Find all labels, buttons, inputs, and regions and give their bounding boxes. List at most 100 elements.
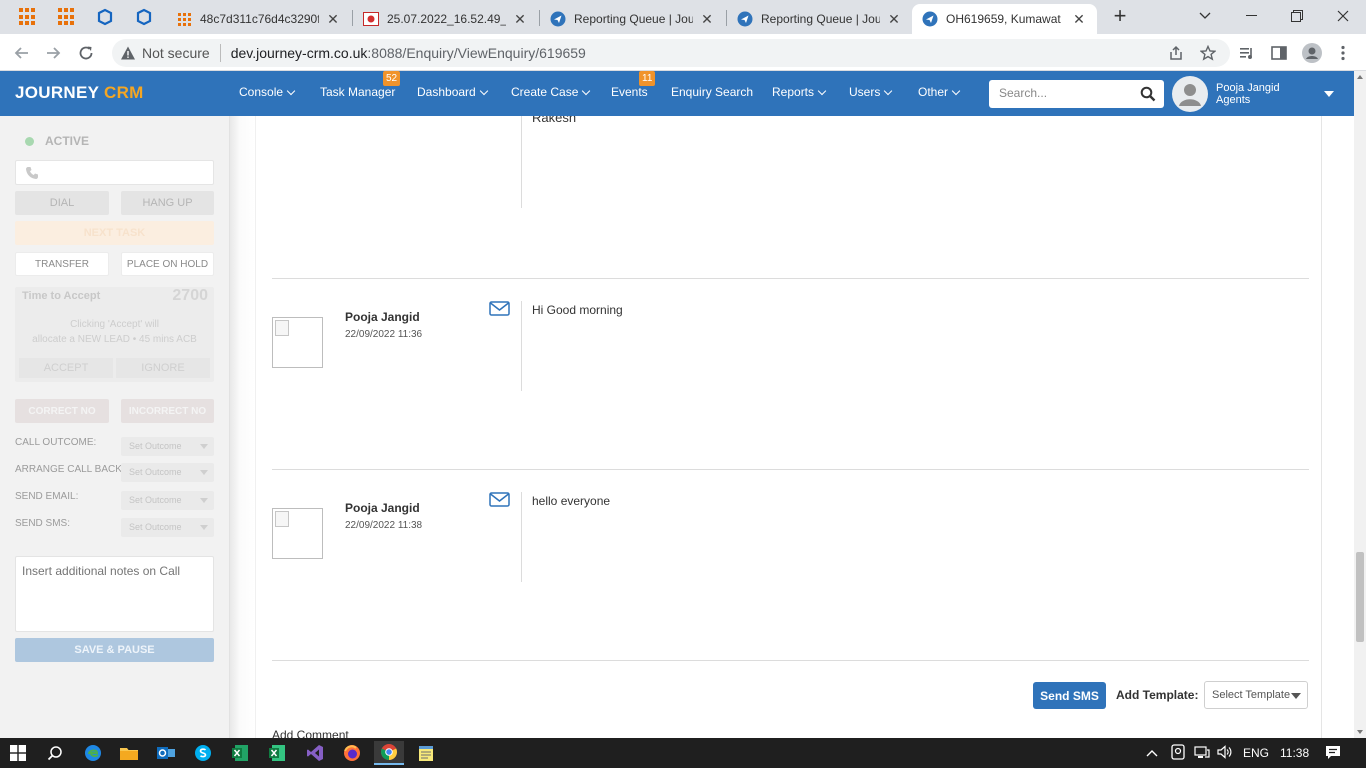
media-control-icon[interactable]	[1237, 43, 1257, 63]
tab-close-icon[interactable]: ✕	[886, 11, 902, 28]
reload-icon[interactable]	[73, 40, 99, 66]
more-menu-icon[interactable]	[1333, 43, 1353, 63]
time-to-accept-value: 2700	[172, 287, 208, 304]
call-outcome-select[interactable]: Set Outcome	[121, 437, 214, 456]
notepad-icon[interactable]	[411, 741, 441, 765]
restore-icon[interactable]	[1274, 0, 1320, 32]
add-template-label: Add Template:	[1116, 688, 1199, 702]
address-bar[interactable]: Not secure dev.journey-crm.co.uk:8088/En…	[112, 39, 1230, 67]
bookmark-star-icon[interactable]	[1198, 43, 1218, 63]
close-window-icon[interactable]	[1320, 0, 1366, 32]
menu-create-case[interactable]: Create Case	[511, 85, 591, 99]
tab-search-icon[interactable]	[1182, 0, 1228, 32]
browser-tab-2[interactable]: 25.07.2022_16.52.49_RE ✕	[353, 4, 538, 34]
accept-message-line: Clicking 'Accept' will	[70, 319, 159, 330]
message-separator	[272, 660, 1309, 661]
chevron-down-icon	[951, 86, 961, 96]
phone-number-field[interactable]	[15, 160, 214, 185]
send-email-select[interactable]: Set Outcome	[121, 491, 214, 510]
menu-console[interactable]: Console	[239, 85, 296, 99]
place-on-hold-button[interactable]: PLACE ON HOLD	[121, 252, 214, 276]
scroll-up-arrow-icon[interactable]	[1357, 75, 1363, 79]
browser-tab-3[interactable]: Reporting Queue | Jou ✕	[540, 4, 725, 34]
tab-close-icon[interactable]: ✕	[325, 11, 341, 28]
chrome-icon[interactable]	[374, 741, 404, 765]
search-input[interactable]	[999, 86, 1129, 100]
browser-tab-4[interactable]: Reporting Queue | Jou ✕	[727, 4, 912, 34]
pinned-tab-2[interactable]	[128, 4, 160, 30]
security-label[interactable]: Not secure	[142, 45, 210, 61]
profile-avatar-icon[interactable]	[1302, 43, 1322, 63]
edge-browser-icon[interactable]	[78, 741, 108, 765]
excel-icon[interactable]	[225, 741, 255, 765]
menu-task-manager[interactable]: Task Manager	[320, 85, 395, 99]
notification-center-icon[interactable]	[1325, 745, 1341, 763]
browser-tab-active[interactable]: OH619659, Kumawat | ✕	[912, 4, 1097, 34]
file-explorer-icon[interactable]	[114, 741, 144, 765]
user-menu[interactable]: Pooja Jangid Agents	[1172, 76, 1354, 114]
tab-close-icon[interactable]: ✕	[1071, 11, 1087, 28]
menu-users[interactable]: Users	[849, 85, 893, 99]
excel-icon[interactable]	[262, 741, 292, 765]
pinned-tab-1[interactable]	[89, 4, 121, 30]
meet-now-icon[interactable]	[1171, 744, 1185, 763]
next-task-button[interactable]: NEXT TASK	[15, 221, 214, 245]
share-icon[interactable]	[1166, 43, 1186, 63]
browser-toolbar: Not secure dev.journey-crm.co.uk:8088/En…	[0, 34, 1366, 71]
windows-start-icon[interactable]	[3, 741, 33, 765]
menu-reports[interactable]: Reports	[772, 85, 827, 99]
caret-down-icon[interactable]	[1324, 91, 1334, 97]
chevron-down-icon	[582, 86, 591, 96]
volume-icon[interactable]	[1217, 745, 1233, 762]
correct-no-button[interactable]: CORRECT NO	[15, 399, 109, 423]
app-logo-icon	[136, 8, 152, 26]
message-divider	[521, 116, 522, 208]
new-tab-button[interactable]: +	[1108, 5, 1132, 29]
send-email-label: SEND EMAIL:	[15, 491, 79, 502]
forward-arrow-icon[interactable]	[40, 40, 66, 66]
hang-up-button[interactable]: HANG UP	[121, 191, 214, 215]
email-icon	[489, 492, 510, 507]
side-panel-icon[interactable]	[1269, 43, 1289, 63]
app-logo[interactable]: JOURNEY CRM	[15, 83, 144, 103]
search-icon[interactable]	[1140, 86, 1156, 102]
message-divider	[521, 301, 522, 391]
skype-icon[interactable]	[188, 741, 218, 765]
incorrect-no-button[interactable]: INCORRECT NO	[121, 399, 214, 423]
show-hidden-icons-chevron-up-icon[interactable]	[1146, 746, 1158, 760]
arrange-callback-select[interactable]: Set Outcome	[121, 463, 214, 482]
scrollbar-thumb[interactable]	[1356, 552, 1364, 642]
ignore-button[interactable]: IGNORE	[116, 358, 210, 378]
menu-enquiry-search[interactable]: Enquiry Search	[671, 85, 753, 99]
tab-close-icon[interactable]: ✕	[512, 11, 528, 28]
pinned-tab-apps[interactable]	[12, 4, 44, 30]
send-sms-select[interactable]: Set Outcome	[121, 518, 214, 537]
back-arrow-icon[interactable]	[9, 40, 35, 66]
send-sms-button[interactable]: Send SMS	[1033, 682, 1106, 709]
outlook-icon[interactable]	[151, 741, 181, 765]
tab-title: OH619659, Kumawat |	[946, 12, 1065, 26]
global-search[interactable]	[989, 80, 1164, 108]
minimize-icon[interactable]	[1228, 0, 1274, 32]
save-pause-button[interactable]: SAVE & PAUSE	[15, 638, 214, 662]
firefox-icon[interactable]	[337, 741, 367, 765]
accept-button[interactable]: ACCEPT	[19, 358, 113, 378]
menu-other[interactable]: Other	[918, 85, 961, 99]
call-notes-textarea[interactable]	[15, 556, 214, 632]
network-icon[interactable]	[1194, 745, 1210, 762]
tab-close-icon[interactable]: ✕	[699, 11, 715, 28]
url-path: :8088/Enquiry/ViewEnquiry/619659	[367, 45, 586, 61]
pinned-tab-apps-2[interactable]	[51, 4, 83, 30]
page-scrollbar[interactable]	[1354, 71, 1366, 738]
transfer-button[interactable]: TRANSFER	[15, 252, 109, 276]
scroll-down-arrow-icon[interactable]	[1357, 730, 1363, 734]
browser-tab-1[interactable]: 48c7d311c76d4c3290f2 ✕	[166, 4, 351, 34]
search-icon[interactable]	[40, 741, 70, 765]
menu-events[interactable]: Events	[611, 85, 648, 99]
dial-button[interactable]: DIAL	[15, 191, 109, 215]
visual-studio-icon[interactable]	[300, 741, 330, 765]
clock[interactable]: 11:38	[1280, 746, 1309, 760]
menu-dashboard[interactable]: Dashboard	[417, 85, 488, 99]
template-select[interactable]: Select Template	[1204, 681, 1308, 709]
language-indicator[interactable]: ENG	[1243, 746, 1269, 760]
